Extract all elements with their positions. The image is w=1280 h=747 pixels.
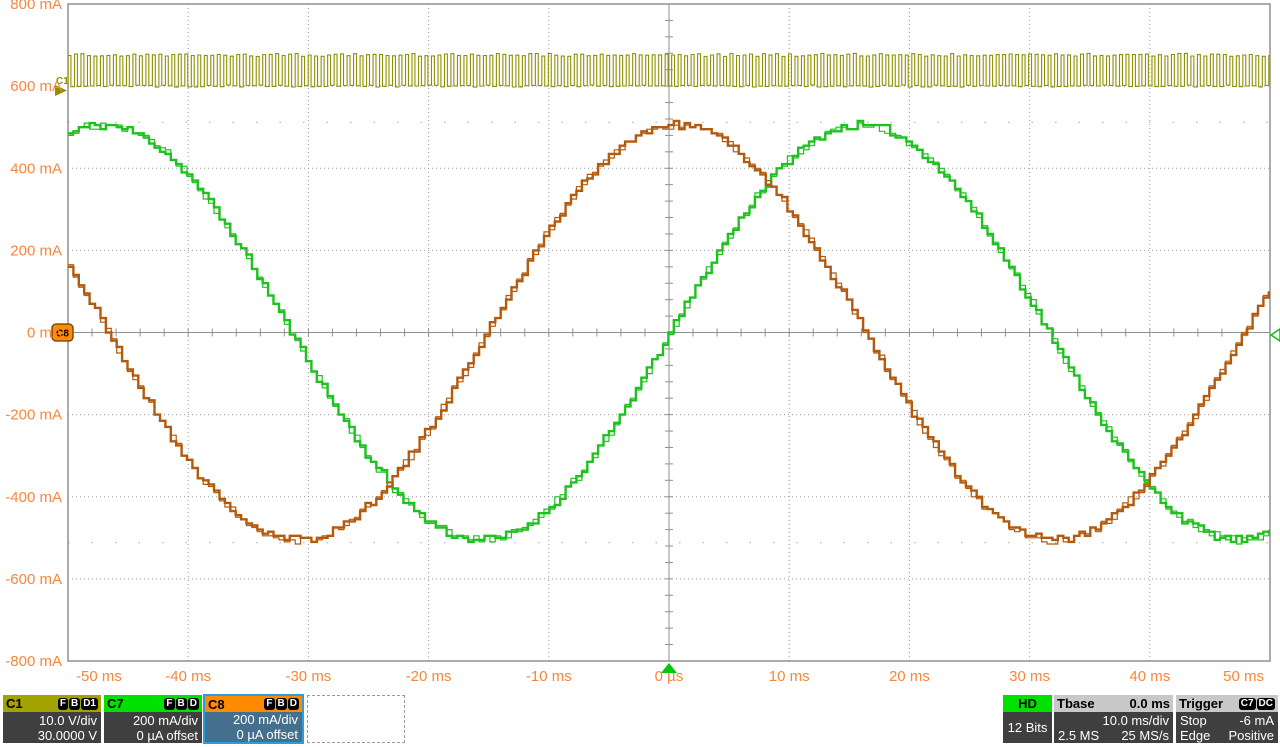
y-axis-tick-label: -800 mA [5, 653, 62, 670]
c7-badge-f: F [164, 698, 174, 710]
trigger-badges: C7 DC [1239, 698, 1275, 710]
trigger-level: -6 mA [1239, 713, 1274, 728]
traces-group [68, 53, 1275, 544]
trigger-source-badge: C7 [1239, 698, 1256, 710]
trigger-level-marker[interactable] [1271, 329, 1280, 341]
channel-c8-settings: 200 mA/div 0 µA offset [205, 712, 302, 742]
trigger-label: Trigger [1179, 696, 1223, 711]
y-axis-tick-label: 800 mA [10, 0, 62, 13]
x-axis-tick-label: -40 ms [165, 668, 211, 685]
channel-box-c8-selected[interactable]: C8 F B D 200 mA/div 0 µA offset [203, 694, 304, 744]
y-axis-tick-label: -600 mA [5, 571, 62, 588]
trigger-row-1: Stop -6 mA [1180, 713, 1274, 728]
y-axis-tick-label: 200 mA [10, 242, 62, 259]
oscilloscope-screen: C1 C8 800 mA 600 mA 400 mA 200 mA 0 mA -200 mA -… [0, 0, 1280, 747]
trigger-row-2: Edge Positive [1180, 728, 1274, 743]
c1-scale: 10.0 V/div [7, 713, 97, 728]
hd-body: 12 Bits [1003, 712, 1052, 743]
trigger-slope: Positive [1228, 728, 1274, 743]
c8-badge-b: B [276, 698, 287, 710]
hd-bits: 12 Bits [1007, 720, 1048, 735]
c8-badge-f: F [264, 698, 274, 710]
trigger-mode: Stop [1180, 713, 1207, 728]
c1-badge-f: F [58, 698, 68, 710]
channel-c8-header: C8 F B D [205, 696, 302, 712]
channel-box-c7[interactable]: C7 F B D 200 mA/div 0 µA offset [104, 695, 202, 743]
y-axis-tick-label: -400 mA [5, 489, 62, 506]
x-axis-tick-label: 50 ms [1223, 668, 1264, 685]
timebase-label: Tbase [1057, 696, 1095, 711]
c1-badge-d1: D1 [81, 698, 98, 710]
c1-badge-b: B [69, 698, 80, 710]
waveform-plot: C1C8800 mA600 mA400 mA200 mA0 mA-200 mA-… [0, 0, 1280, 692]
timebase-body: 10.0 ms/div 2.5 MS 25 MS/s [1054, 712, 1173, 743]
c7-badge-b: B [176, 698, 187, 710]
trigger-type: Edge [1180, 728, 1210, 743]
channel-c1-header: C1 F B D1 [3, 695, 101, 712]
waveform-c1 [68, 53, 1275, 87]
acquisition-box[interactable]: HD 12 Bits [1003, 695, 1052, 743]
c8-scale: 200 mA/div [209, 712, 298, 727]
channel-c7-header: C7 F B D [104, 695, 202, 712]
channel-c1-label: C1 [6, 696, 23, 711]
channel-c8-badges: F B D [264, 698, 299, 710]
timebase-header: Tbase 0.0 ms [1054, 695, 1173, 712]
y-axis-tick-label: -200 mA [5, 407, 62, 424]
channel-c7-label: C7 [107, 696, 124, 711]
trigger-header: Trigger C7 DC [1176, 695, 1278, 712]
trigger-box[interactable]: Trigger C7 DC Stop -6 mA Edge Positive [1176, 695, 1278, 743]
trigger-body: Stop -6 mA Edge Positive [1176, 712, 1278, 743]
x-axis-tick-label: -30 ms [285, 668, 331, 685]
channel-c7-badges: F B D [164, 698, 199, 710]
x-axis-tick-label: 20 ms [889, 668, 930, 685]
y-axis-tick-label: 0 mA [27, 325, 62, 342]
hd-label: HD [1018, 696, 1037, 711]
timebase-box[interactable]: Tbase 0.0 ms 10.0 ms/div 2.5 MS 25 MS/s [1054, 695, 1173, 743]
channel-c1-settings: 10.0 V/div 30.0000 V [3, 712, 101, 743]
x-axis-tick-label: 10 ms [769, 668, 810, 685]
x-axis-tick-label: -10 ms [526, 668, 572, 685]
hd-header: HD [1003, 695, 1052, 712]
waveform-c7 [68, 121, 1269, 542]
x-axis-tick-label: 0 µs [655, 668, 684, 685]
trigger-coupling-badge: DC [1257, 698, 1275, 710]
empty-trace-slot[interactable] [307, 695, 405, 743]
timebase-rate: 25 MS/s [1121, 728, 1169, 743]
y-axis-tick-label: 400 mA [10, 160, 62, 177]
y-axis-tick-label: 600 mA [10, 78, 62, 95]
c1-offset: 30.0000 V [7, 728, 97, 743]
c7-scale: 200 mA/div [108, 713, 198, 728]
channel-box-c1[interactable]: C1 F B D1 10.0 V/div 30.0000 V [3, 695, 101, 743]
x-axis-tick-label: -50 ms [76, 668, 122, 685]
x-axis-tick-label: -20 ms [406, 668, 452, 685]
timebase-scale: 10.0 ms/div [1058, 713, 1169, 728]
timebase-samples: 2.5 MS [1058, 728, 1099, 743]
c7-offset: 0 µA offset [108, 728, 198, 743]
channel-c1-badges: F B D1 [58, 698, 98, 710]
c7-badge-d: D [188, 698, 199, 710]
channel-c7-settings: 200 mA/div 0 µA offset [104, 712, 202, 743]
c8-offset: 0 µA offset [209, 727, 298, 742]
c8-badge-d: D [288, 698, 299, 710]
x-axis-tick-label: 30 ms [1009, 668, 1050, 685]
timebase-offset: 0.0 ms [1130, 696, 1170, 711]
timebase-sampling: 2.5 MS 25 MS/s [1058, 728, 1169, 743]
x-axis-tick-label: 40 ms [1129, 668, 1170, 685]
channel-c8-label: C8 [208, 697, 225, 712]
